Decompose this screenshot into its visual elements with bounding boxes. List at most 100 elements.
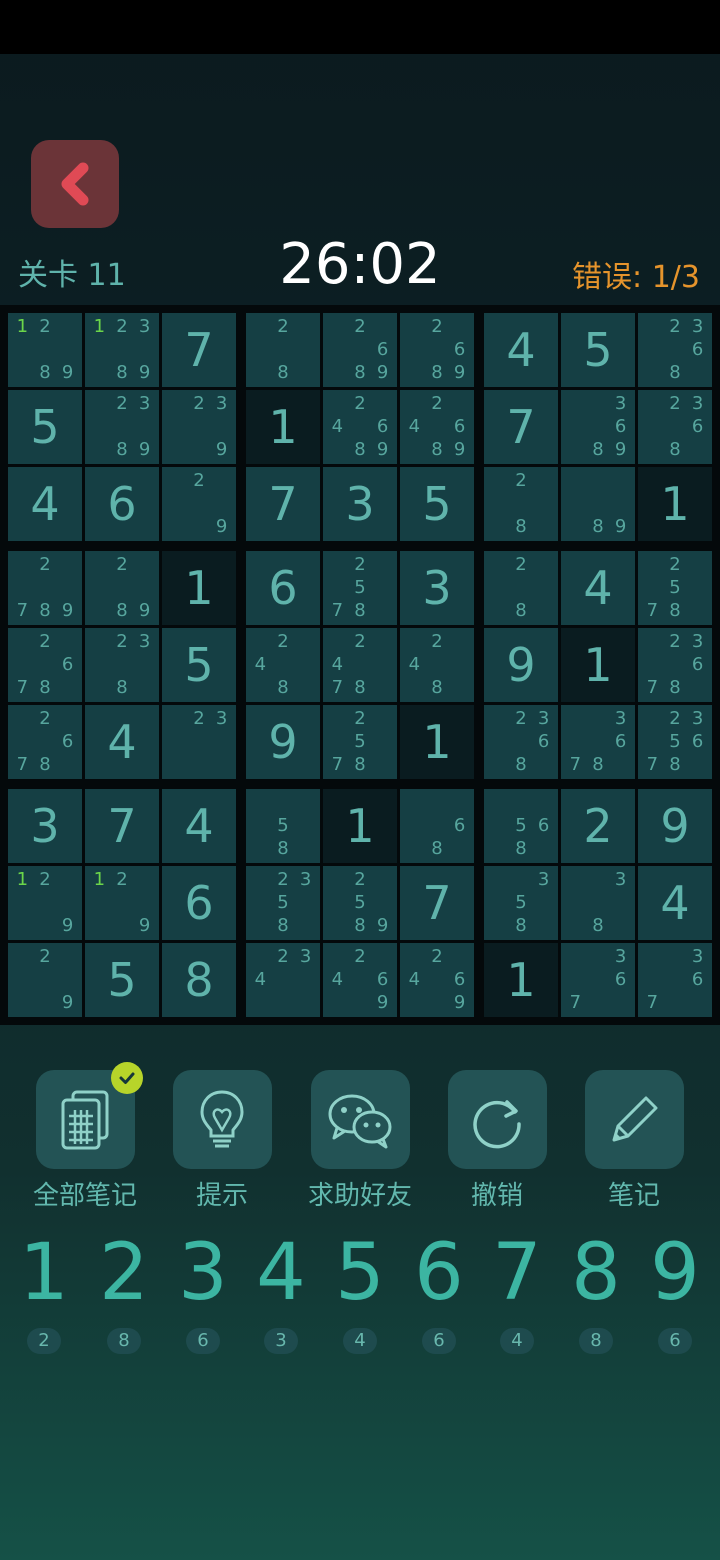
sudoku-cell[interactable]: 248 [246,628,320,702]
sudoku-cell[interactable]: 9 [484,628,558,702]
sudoku-cell[interactable]: 5 [162,628,236,702]
sudoku-cell[interactable]: 12 9 [85,866,159,940]
sudoku-cell[interactable]: 2578 [323,551,397,625]
sudoku-cell[interactable]: 4 [484,313,558,387]
sudoku-cell[interactable]: 8 [162,943,236,1017]
hint-box[interactable] [172,1070,272,1169]
sudoku-cell[interactable]: 2358 [246,866,320,940]
sudoku-cell[interactable]: 23 9 [162,390,236,464]
sudoku-cell[interactable]: 2 [561,789,635,863]
sudoku-cell[interactable]: 28 [246,313,320,387]
sudoku-cell[interactable]: 7 [246,467,320,541]
sudoku-cell[interactable]: 568 [484,789,558,863]
sudoku-cell[interactable]: 2368 [638,313,712,387]
sudoku-cell[interactable]: 6 [85,467,159,541]
sudoku-cell[interactable]: 26 78 [8,705,82,779]
sudoku-cell[interactable]: 2689 [323,313,397,387]
sudoku-cell[interactable]: 23 8 [85,628,159,702]
back-button[interactable] [31,140,119,228]
sudoku-cell[interactable]: 58 [246,789,320,863]
all-notes-button[interactable]: 全部笔记 [25,1062,145,1212]
sudoku-cell[interactable]: 9 [638,789,712,863]
sudoku-cell[interactable]: 5 [8,390,82,464]
sudoku-cell[interactable]: 4 [8,467,82,541]
sudoku-cell[interactable]: 5 [85,943,159,1017]
sudoku-cell[interactable]: 4 [85,705,159,779]
sudoku-cell[interactable]: 7 [85,789,159,863]
sudoku-cell[interactable]: 23 [162,705,236,779]
sudoku-cell[interactable]: 24 689 [400,390,474,464]
sudoku-cell[interactable]: 1 [323,789,397,863]
sudoku-cell[interactable]: 3689 [561,390,635,464]
undo-box[interactable] [447,1070,547,1169]
number-key-8[interactable]: 88 [557,1228,635,1354]
sudoku-cell[interactable]: 24 69 [400,943,474,1017]
ask-friend-box[interactable] [310,1070,410,1169]
sudoku-cell[interactable]: 2 789 [8,551,82,625]
sudoku-cell[interactable]: 4 [162,789,236,863]
sudoku-cell[interactable]: 36 7 [561,943,635,1017]
number-key-5[interactable]: 54 [321,1228,399,1354]
sudoku-cell[interactable]: 2578 [638,551,712,625]
sudoku-cell[interactable]: 1 [246,390,320,464]
sudoku-cell[interactable]: 24 689 [323,390,397,464]
number-key-2[interactable]: 28 [85,1228,163,1354]
sudoku-cell[interactable]: 123 89 [85,313,159,387]
sudoku-cell[interactable]: 28 [484,467,558,541]
sudoku-cell[interactable]: 5 [561,313,635,387]
sudoku-cell[interactable]: 1 [561,628,635,702]
sudoku-cell[interactable]: 1 [484,943,558,1017]
sudoku-cell[interactable]: 36 78 [561,705,635,779]
sudoku-cell[interactable]: 23 4 [246,943,320,1017]
sudoku-cell[interactable]: 1 [162,551,236,625]
sudoku-cell[interactable]: 1 [400,705,474,779]
sudoku-cell[interactable]: 36 7 [638,943,712,1017]
sudoku-cell[interactable]: 28 [484,551,558,625]
sudoku-cell[interactable]: 38 [561,866,635,940]
number-key-4[interactable]: 43 [242,1228,320,1354]
sudoku-cell[interactable]: 6 [246,551,320,625]
number-key-3[interactable]: 36 [164,1228,242,1354]
sudoku-cell[interactable]: 29 [162,467,236,541]
sudoku-cell[interactable]: 7 [162,313,236,387]
sudoku-cell[interactable]: 24 69 [323,943,397,1017]
notes-button[interactable]: 笔记 [574,1070,694,1212]
sudoku-cell[interactable]: 4 [561,551,635,625]
sudoku-cell[interactable]: 3 [400,551,474,625]
sudoku-cell[interactable]: 68 [400,789,474,863]
all-notes-box[interactable] [35,1062,143,1169]
sudoku-cell[interactable]: 23 89 [85,390,159,464]
sudoku-cell[interactable]: 3 [323,467,397,541]
sudoku-cell[interactable]: 5 [400,467,474,541]
number-key-6[interactable]: 66 [400,1228,478,1354]
sudoku-cell[interactable]: 2578 [323,705,397,779]
hint-button[interactable]: 提示 [162,1070,282,1212]
sudoku-cell[interactable]: 89 [561,467,635,541]
sudoku-cell[interactable]: 2368 [484,705,558,779]
sudoku-cell[interactable]: 7 [400,866,474,940]
sudoku-cell[interactable]: 6 [162,866,236,940]
sudoku-cell[interactable]: 1 [638,467,712,541]
sudoku-cell[interactable]: 236 78 [638,628,712,702]
sudoku-cell[interactable]: 2478 [323,628,397,702]
ask-friend-button[interactable]: 求助好友 [300,1070,420,1212]
sudoku-cell[interactable]: 12 89 [8,313,82,387]
sudoku-cell[interactable]: 2368 [638,390,712,464]
sudoku-cell[interactable]: 7 [484,390,558,464]
sudoku-cell[interactable]: 2356 78 [638,705,712,779]
notes-box[interactable] [584,1070,684,1169]
sudoku-cell[interactable]: 26 78 [8,628,82,702]
sudoku-cell[interactable]: 2589 [323,866,397,940]
sudoku-cell[interactable]: 9 [246,705,320,779]
sudoku-cell[interactable]: 12 9 [8,866,82,940]
sudoku-cell[interactable]: 2689 [400,313,474,387]
sudoku-cell[interactable]: 358 [484,866,558,940]
sudoku-cell[interactable]: 3 [8,789,82,863]
sudoku-cell[interactable]: 29 [8,943,82,1017]
number-key-1[interactable]: 12 [5,1228,83,1354]
sudoku-cell[interactable]: 2 89 [85,551,159,625]
undo-button[interactable]: 撤销 [437,1070,557,1212]
number-key-7[interactable]: 74 [478,1228,556,1354]
number-key-9[interactable]: 96 [636,1228,714,1354]
sudoku-cell[interactable]: 248 [400,628,474,702]
